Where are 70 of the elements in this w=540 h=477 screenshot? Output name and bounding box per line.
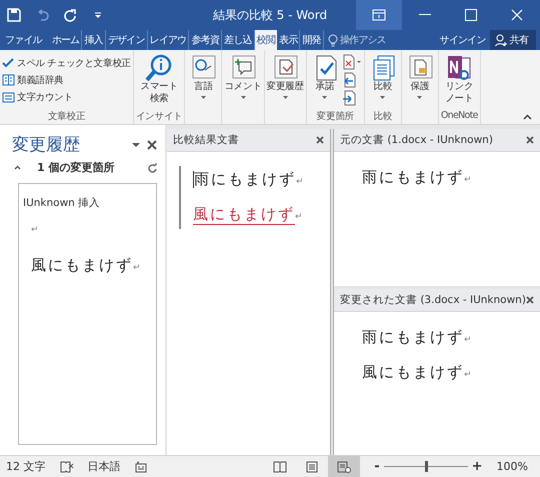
word-count[interactable]: 12 文字 bbox=[6, 459, 46, 474]
previous-icon[interactable] bbox=[342, 72, 356, 88]
macro-icon[interactable] bbox=[134, 460, 146, 472]
pane-title: 変更履歴 bbox=[12, 134, 81, 156]
group-label: OneNote bbox=[440, 110, 478, 121]
person-add-icon bbox=[494, 34, 508, 46]
redo-icon[interactable] bbox=[64, 8, 76, 22]
ribbon-tab[interactable]: ファイル bbox=[0, 30, 50, 50]
close-icon[interactable] bbox=[526, 296, 534, 304]
revision-count: 1 個の変更箇所 bbox=[36, 160, 116, 175]
zoom-level[interactable]: 100% bbox=[496, 460, 528, 473]
ribbon-button[interactable]: 保護 bbox=[404, 50, 436, 110]
print-layout-icon bbox=[305, 460, 320, 472]
reject-icon[interactable] bbox=[342, 54, 362, 70]
document-line: 雨にもまけず↵ bbox=[194, 170, 304, 189]
ribbon-button[interactable]: 文字カウント bbox=[2, 90, 131, 104]
document-line: 風にもまけず↵ bbox=[362, 364, 473, 382]
pane-title: 元の文書 (1.docx - IUnknown) bbox=[340, 133, 494, 147]
ribbon-button[interactable]: スペル チェックと文章校正 bbox=[2, 56, 131, 70]
group-label: インサイト bbox=[136, 111, 182, 122]
document-line: 雨にもまけず↵ bbox=[362, 168, 473, 187]
ribbon-button[interactable]: スマート 検索 bbox=[140, 50, 178, 110]
group-label: 文章校正 bbox=[48, 111, 86, 122]
share-button[interactable]: 共有 bbox=[490, 30, 536, 50]
spellcheck-icon bbox=[2, 57, 15, 69]
document-line: 風にもまけず↵ bbox=[31, 256, 142, 275]
ribbon-button[interactable]: 比較 bbox=[366, 50, 399, 110]
close-icon[interactable] bbox=[316, 136, 324, 144]
close-icon bbox=[511, 9, 523, 21]
view-button[interactable] bbox=[328, 456, 360, 477]
ribbon-button[interactable]: 承諾 bbox=[308, 50, 341, 110]
group-label: 比較 bbox=[374, 111, 392, 122]
ribbon-button[interactable]: 変更履歴 bbox=[266, 50, 304, 110]
minimize-icon bbox=[419, 14, 431, 16]
customize-icon[interactable] bbox=[94, 12, 102, 18]
revision-heading: IUnknown 挿入 bbox=[23, 196, 102, 210]
tell-me-field[interactable]: 操作アシス bbox=[340, 33, 386, 47]
maximize-icon bbox=[465, 9, 477, 21]
zoom-thumb[interactable] bbox=[424, 461, 428, 472]
window-icon bbox=[372, 9, 386, 21]
revision-card[interactable]: IUnknown 挿入 ↵ 風にもまけず↵ bbox=[18, 183, 157, 445]
ribbon-button[interactable]: 言語 bbox=[187, 50, 220, 110]
document-line: ↵ bbox=[31, 224, 40, 234]
lightbulb-icon[interactable] bbox=[328, 34, 338, 46]
ribbon-button[interactable]: リンク ノート bbox=[443, 50, 476, 110]
pane-title: 比較結果文書 bbox=[173, 133, 240, 147]
next-icon[interactable] bbox=[342, 90, 356, 106]
window-title: 結果の比較 5 - Word bbox=[212, 8, 328, 22]
dropdown-icon[interactable] bbox=[131, 142, 141, 148]
ribbon-button[interactable]: 類義語辞典 bbox=[2, 74, 131, 86]
document-line: 雨にもまけず↵ bbox=[362, 328, 473, 347]
zoom-out-button[interactable]: - bbox=[374, 459, 380, 474]
collapse-icon[interactable] bbox=[14, 165, 21, 170]
web-layout-icon bbox=[337, 460, 352, 472]
ribbon-options-button[interactable] bbox=[356, 0, 402, 30]
close-icon[interactable] bbox=[526, 136, 534, 144]
group-label: 変更箇所 bbox=[316, 111, 354, 122]
document-line: 風にもまけず↵ bbox=[193, 205, 303, 225]
ribbon-button[interactable]: コメント bbox=[224, 50, 262, 110]
close-icon[interactable] bbox=[147, 140, 157, 150]
pane-title: 変更された文書 (3.docx - IUnknown) bbox=[340, 293, 526, 307]
language-indicator[interactable]: 日本語 bbox=[88, 459, 120, 474]
zoom-in-button[interactable]: + bbox=[472, 459, 483, 474]
collapse-ribbon-icon[interactable] bbox=[523, 114, 532, 120]
read-mode-icon bbox=[273, 460, 288, 472]
ribbon-tab[interactable]: 校閲 bbox=[254, 30, 278, 50]
refresh-icon[interactable] bbox=[147, 162, 157, 172]
proofing-icon[interactable] bbox=[60, 460, 74, 472]
save-icon[interactable] bbox=[7, 8, 21, 22]
sign-in-link[interactable]: サインイン bbox=[436, 30, 490, 50]
